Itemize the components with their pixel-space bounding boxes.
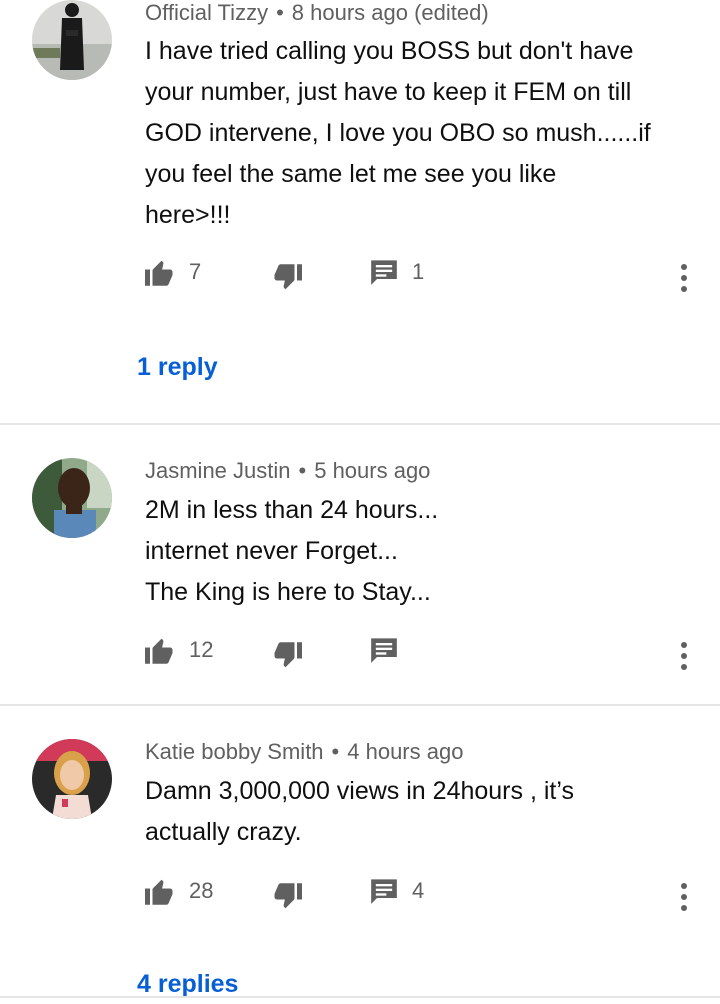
comment-text-line: GOD intervene, I love you OBO so mush...…: [145, 119, 651, 147]
more-vertical-icon[interactable]: [672, 879, 696, 915]
more-vertical-icon[interactable]: [672, 638, 696, 674]
comment-text-line: you feel the same let me see you like: [145, 160, 557, 188]
comment-text-line: here>!!!: [145, 201, 231, 229]
comment-icon: [370, 877, 398, 905]
comment-meta: Jasmine Justin • 5 hours ago: [145, 458, 430, 484]
comment-meta: Katie bobby Smith • 4 hours ago: [145, 739, 463, 765]
comment-text: Damn 3,000,000 views in 24hours , it’s a…: [145, 771, 700, 853]
reply-button[interactable]: [370, 636, 412, 664]
comment-author[interactable]: Official Tizzy: [145, 0, 268, 25]
comment-text-line: Damn 3,000,000 views in 24hours , it’s: [145, 777, 574, 805]
like-button[interactable]: 12: [145, 636, 213, 664]
comment-author[interactable]: Jasmine Justin: [145, 458, 291, 483]
comment-text-line: your number, just have to keep it FEM on…: [145, 78, 632, 106]
comment-time[interactable]: 8 hours ago (edited): [292, 0, 489, 25]
separator-dot: •: [298, 458, 307, 483]
comment-actions: 12: [0, 636, 720, 676]
like-button[interactable]: 7: [145, 258, 201, 286]
like-count: 28: [189, 878, 214, 903]
comment-text-line: actually crazy.: [145, 818, 302, 846]
avatar[interactable]: [32, 458, 112, 538]
thumbs-up-icon: [145, 636, 175, 664]
view-replies-link[interactable]: 4 replies: [137, 970, 238, 999]
thumbs-down-icon: [272, 642, 302, 670]
comment-text-line: 2M in less than 24 hours...: [145, 496, 439, 524]
like-count: 7: [189, 259, 202, 284]
comment-icon: [370, 636, 398, 664]
more-vertical-icon[interactable]: [672, 260, 696, 296]
reply-count: 4: [412, 878, 425, 903]
comment-text-line: internet never Forget...: [145, 537, 398, 565]
reply-button[interactable]: 4: [370, 877, 424, 905]
reply-button[interactable]: 1: [370, 258, 424, 286]
reply-count: 1: [412, 259, 425, 284]
separator-dot: •: [276, 0, 284, 25]
divider: [0, 423, 720, 425]
divider: [0, 996, 720, 998]
view-replies-link[interactable]: 1 reply: [137, 353, 218, 382]
comment-actions: 28 4: [0, 877, 720, 917]
avatar[interactable]: [32, 739, 112, 819]
dislike-button[interactable]: [272, 642, 302, 670]
separator-dot: •: [331, 739, 340, 764]
comment-text: 2M in less than 24 hours... internet nev…: [145, 490, 700, 613]
like-count: 12: [189, 637, 214, 662]
comment-time[interactable]: 4 hours ago: [347, 739, 463, 764]
comment-meta: Official Tizzy • 8 hours ago (edited): [145, 0, 489, 26]
comment-actions: 7 1: [0, 258, 720, 298]
comment-text: I have tried calling you BOSS but don't …: [145, 31, 700, 236]
dislike-button[interactable]: [272, 883, 302, 911]
comment-author[interactable]: Katie bobby Smith: [145, 739, 324, 764]
dislike-button[interactable]: [272, 264, 302, 292]
divider: [0, 704, 720, 706]
like-button[interactable]: 28: [145, 877, 213, 905]
comment-icon: [370, 258, 398, 286]
comment-time[interactable]: 5 hours ago: [314, 458, 430, 483]
thumbs-down-icon: [272, 883, 302, 911]
comment-text-line: I have tried calling you BOSS but don't …: [145, 37, 634, 65]
thumbs-up-icon: [145, 877, 175, 905]
avatar[interactable]: [32, 0, 112, 80]
thumbs-down-icon: [272, 264, 302, 292]
thumbs-up-icon: [145, 258, 175, 286]
comment-text-line: The King is here to Stay...: [145, 578, 431, 606]
